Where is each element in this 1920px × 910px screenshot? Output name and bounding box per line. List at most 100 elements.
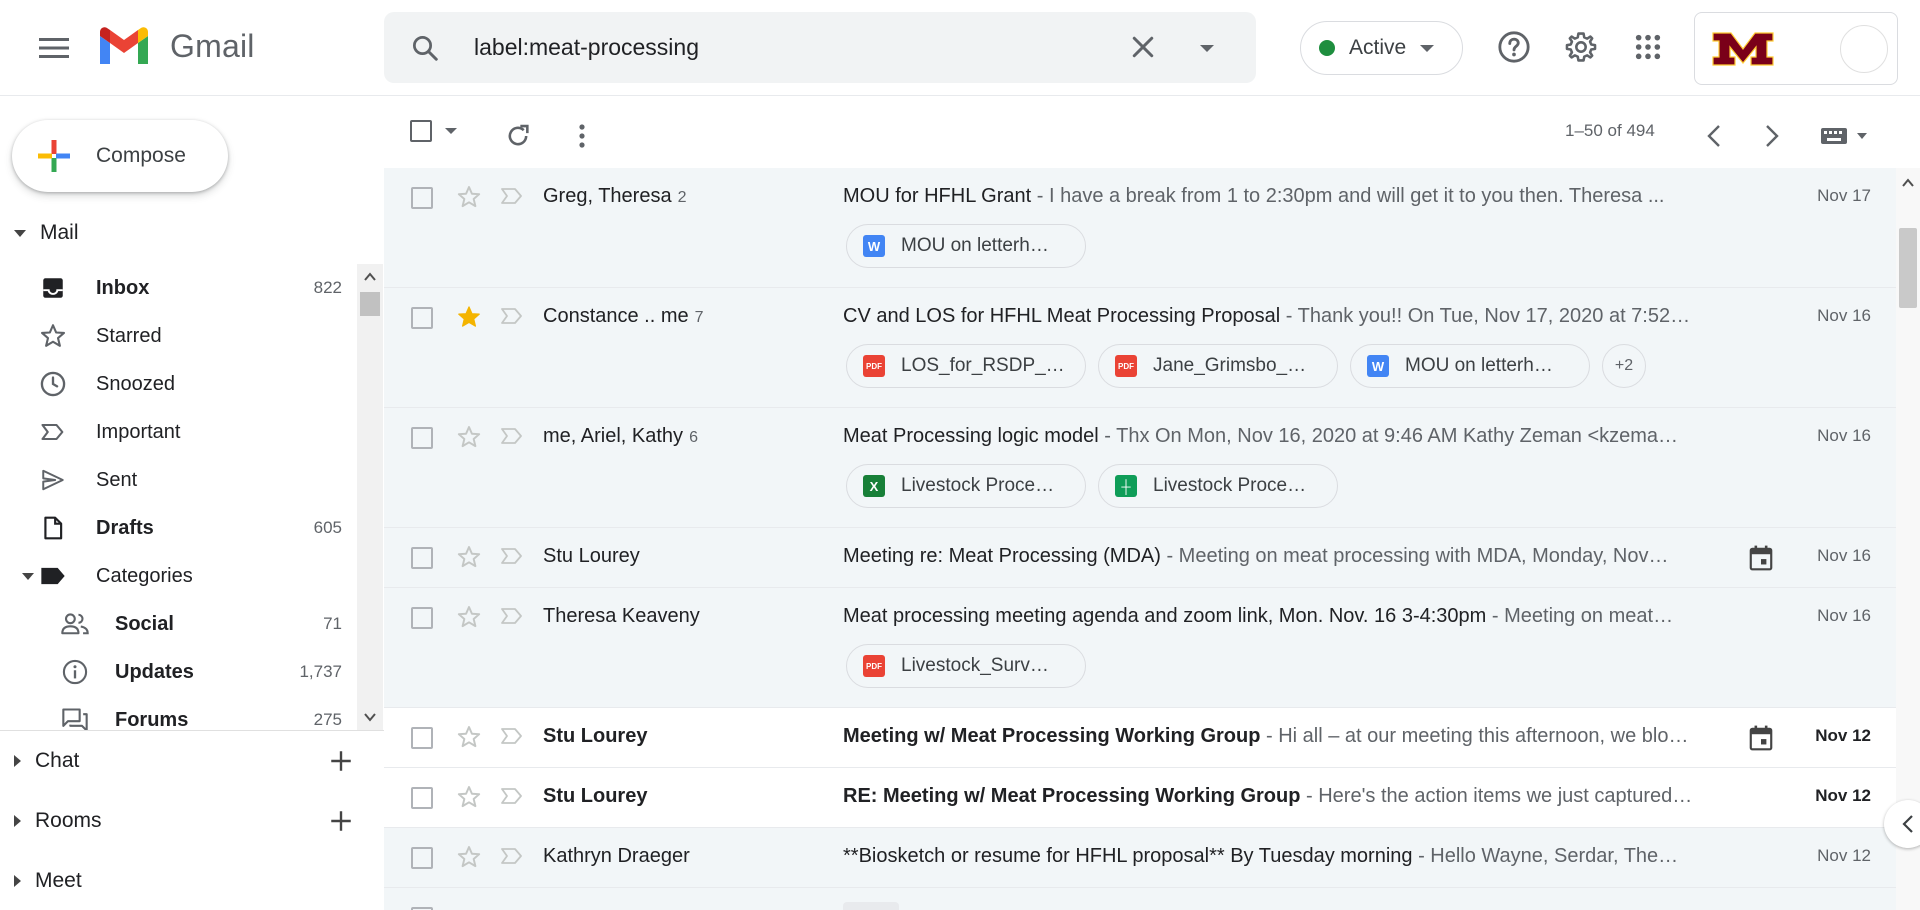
star-filled-icon[interactable]: [456, 304, 482, 330]
important-marker-icon[interactable]: [500, 186, 524, 206]
support-button[interactable]: [1494, 27, 1534, 67]
sidebar-scrollbar[interactable]: [357, 264, 383, 730]
sidebar-item-forums[interactable]: Forums 275: [0, 696, 350, 730]
star-outline-icon[interactable]: [456, 544, 482, 570]
attachment-chip[interactable]: W MOU on letterh…: [1350, 344, 1590, 388]
row-checkbox[interactable]: [411, 547, 433, 569]
star-outline-icon[interactable]: [456, 724, 482, 750]
sidebar-item-snoozed[interactable]: Snoozed: [0, 360, 350, 408]
account-switcher[interactable]: [1694, 12, 1898, 85]
draft-count: 605: [313, 518, 342, 537]
input-tools-button[interactable]: [1814, 118, 1874, 154]
attachment-chip[interactable]: PDF Livestock_Surv…: [846, 644, 1086, 688]
email-list-scrollbar[interactable]: [1896, 168, 1920, 910]
search-icon[interactable]: [410, 33, 450, 63]
search-options-icon[interactable]: [1197, 38, 1217, 63]
email-date: Nov 17: [1817, 186, 1871, 205]
attachment-chip[interactable]: X Livestock Proce…: [846, 464, 1086, 508]
refresh-button[interactable]: [498, 116, 538, 156]
row-checkbox[interactable]: [411, 187, 433, 209]
snippet-text: - Here's the action items we just captur…: [1300, 785, 1693, 807]
row-checkbox[interactable]: [411, 787, 433, 809]
table-row[interactable]: [384, 888, 1896, 910]
row-checkbox[interactable]: [411, 727, 433, 749]
row-checkbox[interactable]: [411, 307, 433, 329]
email-date: Nov 16: [1817, 306, 1871, 325]
row-checkbox[interactable]: [411, 847, 433, 869]
avatar[interactable]: [1840, 25, 1888, 73]
star-outline-icon[interactable]: [456, 784, 482, 810]
newer-button[interactable]: [1694, 116, 1734, 156]
sidebar-item-updates[interactable]: Updates 1,737: [0, 648, 350, 696]
status-button[interactable]: Active: [1300, 21, 1463, 75]
chevron-down-icon[interactable]: [444, 126, 458, 136]
sidebar-item-label: Important: [96, 420, 181, 443]
add-chat-icon[interactable]: [328, 748, 354, 774]
email-subject: MOU for HFHL Grant - I have a break from…: [843, 185, 1733, 208]
table-row[interactable]: me, Ariel, Kathy 6 Meat Processing logic …: [384, 408, 1896, 528]
sidebar-item-sent[interactable]: Sent: [0, 456, 350, 504]
caret-right-icon: [14, 755, 21, 767]
older-button[interactable]: [1752, 116, 1792, 156]
search-input[interactable]: [474, 34, 1114, 61]
star-outline-icon[interactable]: [456, 604, 482, 630]
search-bar[interactable]: [384, 12, 1256, 83]
calendar-event-icon[interactable]: [1748, 544, 1774, 572]
attachment-chip[interactable]: PDF LOS_for_RSDP_…: [846, 344, 1086, 388]
scroll-up-icon[interactable]: [1902, 178, 1914, 188]
table-row[interactable]: Kathryn Draeger **Biosketch or resume fo…: [384, 828, 1896, 888]
chat-section-toggle[interactable]: Chat: [0, 745, 79, 777]
table-row[interactable]: Stu Lourey Meeting re: Meat Processing (…: [384, 528, 1896, 588]
important-marker-icon[interactable]: [500, 546, 524, 566]
gmail-logo[interactable]: Gmail: [96, 24, 255, 68]
scrollbar-thumb[interactable]: [1899, 228, 1917, 308]
main-menu-button[interactable]: [26, 26, 82, 70]
star-outline-icon[interactable]: [456, 844, 482, 870]
star-outline-icon[interactable]: [456, 184, 482, 210]
snippet-text: - Hi all – at our meeting this afternoon…: [1260, 725, 1689, 747]
scroll-up-icon[interactable]: [364, 272, 376, 282]
important-marker-icon[interactable]: [500, 726, 524, 746]
attachment-chip[interactable]: W MOU on letterh…: [846, 224, 1086, 268]
table-row[interactable]: Greg, Theresa 2 MOU for HFHL Grant - I ha…: [384, 168, 1896, 288]
attachment-chip[interactable]: ┼ Livestock Proce…: [1098, 464, 1338, 508]
sidebar-item-important[interactable]: Important: [0, 408, 350, 456]
add-room-icon[interactable]: [328, 808, 354, 834]
sidebar-item-drafts[interactable]: Drafts 605: [0, 504, 350, 552]
row-checkbox[interactable]: [411, 607, 433, 629]
attachment-chip[interactable]: PDF Jane_Grimsbo_…: [1098, 344, 1338, 388]
settings-button[interactable]: [1561, 27, 1601, 67]
row-checkbox[interactable]: [411, 427, 433, 449]
important-marker-icon[interactable]: [500, 786, 524, 806]
table-row[interactable]: Stu Lourey RE: Meeting w/ Meat Processin…: [384, 768, 1896, 828]
table-row[interactable]: Stu Lourey Meeting w/ Meat Processing Wo…: [384, 708, 1896, 768]
sidebar-item-categories[interactable]: Categories: [0, 552, 350, 600]
clear-search-icon[interactable]: [1128, 32, 1158, 67]
google-apps-button[interactable]: [1628, 27, 1668, 67]
table-row[interactable]: Constance .. me 7 CV and LOS for HFHL Mea…: [384, 288, 1896, 408]
sidebar-item-starred[interactable]: Starred: [0, 312, 350, 360]
email-subject: Meeting w/ Meat Processing Working Group…: [843, 725, 1713, 748]
more-attachments-chip[interactable]: +2: [1602, 344, 1646, 388]
sidebar-item-social[interactable]: Social 71: [0, 600, 350, 648]
important-marker-icon[interactable]: [500, 606, 524, 626]
important-marker-icon[interactable]: [500, 426, 524, 446]
subject-text: Meat Processing logic model: [843, 425, 1099, 447]
sidebar-item-inbox[interactable]: Inbox 822: [0, 264, 350, 312]
table-row[interactable]: Theresa Keaveny Meat processing meeting …: [384, 588, 1896, 708]
chevron-left-icon: [1707, 125, 1720, 147]
calendar-event-icon[interactable]: [1748, 724, 1774, 752]
compose-button[interactable]: Compose: [12, 120, 228, 192]
important-marker-icon[interactable]: [500, 306, 524, 326]
important-marker-icon[interactable]: [500, 846, 524, 866]
select-all-checkbox[interactable]: [410, 120, 458, 142]
meet-section-toggle[interactable]: Meet: [0, 865, 82, 897]
attachment-name: Livestock Proce…: [1153, 475, 1307, 496]
rooms-section-toggle[interactable]: Rooms: [0, 805, 102, 837]
attachment-chips: X Livestock Proce… ┼ Livestock Proce…: [846, 464, 1350, 508]
mail-section-toggle[interactable]: Mail: [0, 217, 79, 249]
star-outline-icon[interactable]: [456, 424, 482, 450]
more-actions-button[interactable]: [562, 116, 602, 156]
scroll-down-icon[interactable]: [364, 712, 376, 722]
scrollbar-thumb[interactable]: [360, 292, 380, 316]
